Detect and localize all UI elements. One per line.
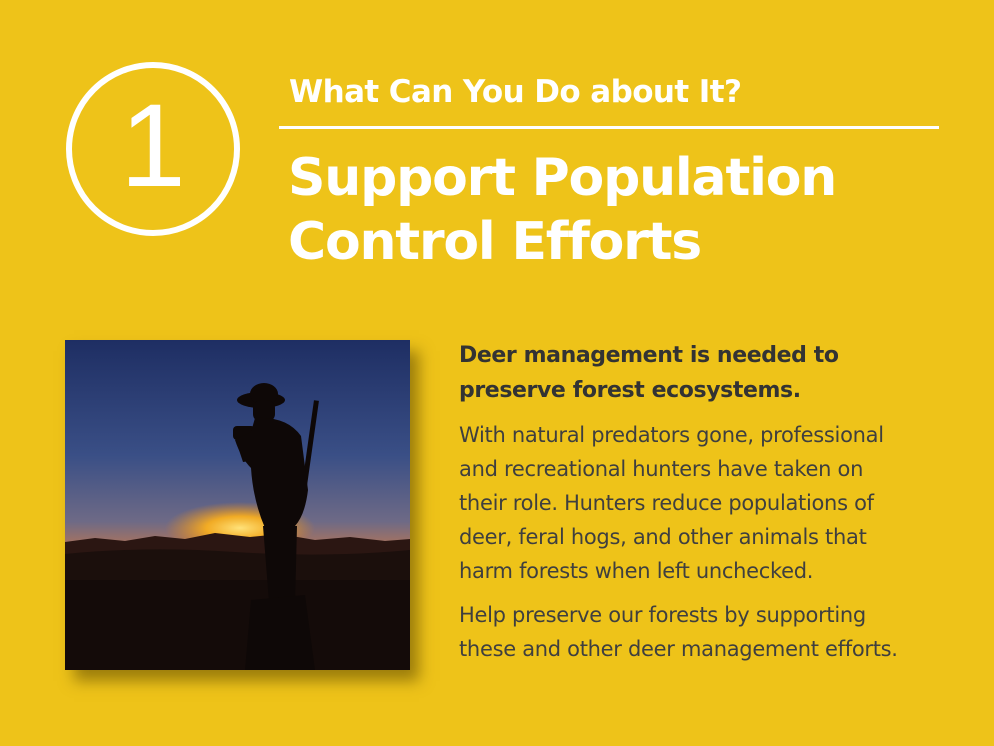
page-title-line: Control Efforts xyxy=(288,212,702,272)
lead-line: preserve forest ecosystems. xyxy=(459,378,801,403)
paragraph-line: deer, feral hogs, and other animals that xyxy=(459,525,867,549)
paragraph-line: their role. Hunters reduce populations o… xyxy=(459,491,874,515)
page-title: Support Population Control Efforts xyxy=(288,146,948,274)
step-number: 1 xyxy=(120,80,186,212)
body-paragraph-2: Help preserve our forests by supporting … xyxy=(459,598,959,666)
paragraph-line: With natural predators gone, professiona… xyxy=(459,423,884,447)
body-paragraph-1: With natural predators gone, professiona… xyxy=(459,418,959,588)
paragraph-line: Help preserve our forests by supporting xyxy=(459,603,866,627)
lead-line: Deer management is needed to xyxy=(459,343,839,368)
section-kicker: What Can You Do about It? xyxy=(289,74,742,110)
hunter-silhouette-photo xyxy=(65,340,410,670)
paragraph-line: harm forests when left unchecked. xyxy=(459,559,814,583)
paragraph-line: these and other deer management efforts. xyxy=(459,637,898,661)
body-text: Deer management is needed to preserve fo… xyxy=(459,338,959,676)
page-title-line: Support Population xyxy=(288,148,837,208)
slide: 1 What Can You Do about It? Support Popu… xyxy=(0,0,994,746)
lead-statement: Deer management is needed to preserve fo… xyxy=(459,338,959,408)
heading-divider xyxy=(279,126,939,129)
step-number-badge: 1 xyxy=(66,62,240,236)
paragraph-line: and recreational hunters have taken on xyxy=(459,457,864,481)
